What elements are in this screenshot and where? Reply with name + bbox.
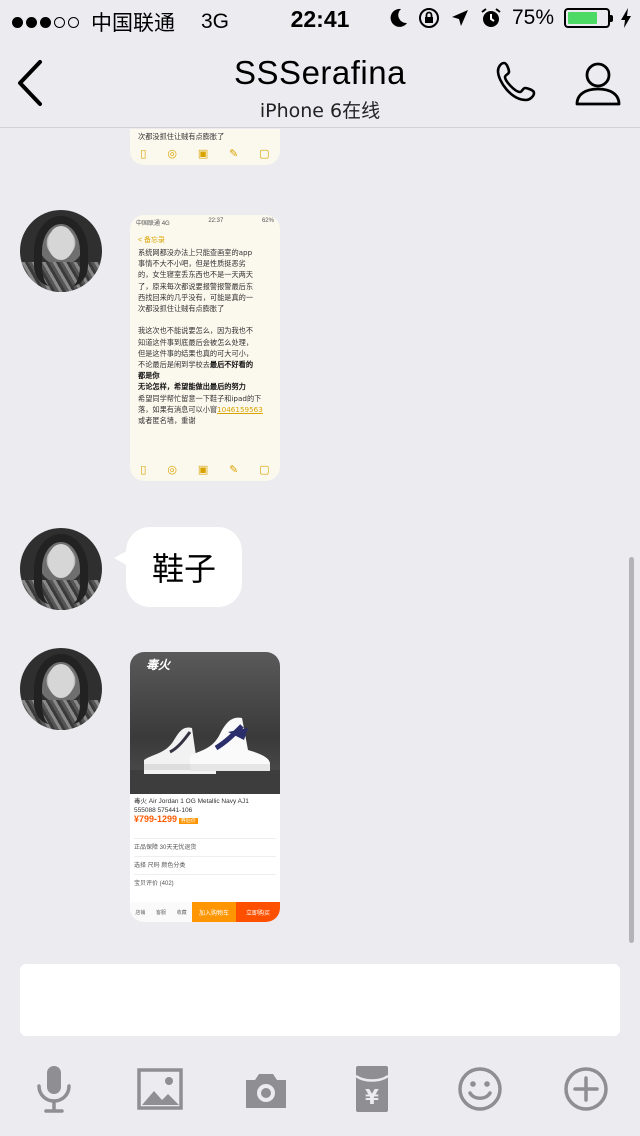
note-compose-icon: ▢ [259,463,270,476]
charging-icon [621,8,631,28]
product-info: 毒火 Air Jordan 1 OG Metallic Navy AJ1 555… [134,798,276,826]
battery-icon [564,8,613,28]
moon-icon [390,8,407,27]
product-photo: 毒火 [130,652,280,794]
note-check-icon: ◎ [167,147,177,160]
image-icon[interactable] [136,1064,184,1114]
plus-icon[interactable] [562,1064,610,1114]
online-status: iPhone 6在线 [259,100,381,122]
note-delete-icon: ▯ [140,463,147,476]
product-guarantee-row: 正品保障 30天无忧退货 [134,838,276,851]
alarm-icon [481,8,501,27]
microphone-icon[interactable] [30,1064,78,1114]
scrollbar[interactable] [629,557,634,943]
text-message-bubble[interactable]: 鞋子 [114,527,242,607]
note-back-label: < 备忘录 [138,237,166,244]
status-right: 75% [388,6,632,30]
contact-name: SSSerafina [234,54,406,91]
phone-call-icon[interactable] [492,58,544,110]
profile-icon[interactable] [572,58,624,110]
add-to-cart-button: 加入购物车 [192,902,236,922]
price-badge: 券后价 [178,818,198,824]
note-draw-icon: ✎ [229,147,239,160]
orientation-lock-icon [418,8,439,28]
note-check-icon: ◎ [167,463,177,476]
image-message-product[interactable]: 毒火 毒火 Air Jordan 1 OG Metallic Navy AJ1 … [130,652,280,922]
avatar[interactable] [20,648,102,730]
note-status-bar: 中国联通 4G 22:37 62% [136,218,274,227]
input-toolbar: ¥ [0,1050,640,1136]
image-message-note-partial[interactable]: 次都没抓住让贼有点膨胀了 ▯ ◎ ▣ ✎ ▢ [130,129,280,165]
note-toolbar: ▯ ◎ ▣ ✎ ▢ [130,141,280,165]
note-delete-icon: ▯ [140,147,147,160]
nav-bar: SSSerafina iPhone 6在线 [0,40,640,128]
buy-now-button: 立即购买 [236,902,280,922]
emoji-icon[interactable] [456,1064,504,1114]
sneaker-icon [130,717,280,794]
note-compose-icon: ▢ [259,147,270,160]
product-title: 毒火 Air Jordan 1 OG Metallic Navy AJ1 [134,798,249,805]
avatar[interactable] [20,528,102,610]
avatar[interactable] [20,210,102,292]
note-draw-icon: ✎ [229,463,239,476]
battery-percent: 75% [511,6,554,29]
status-bar: 中国联通 3G 22:41 75% [0,0,640,40]
note-body: 系统网都没办法上只能查画室的app 事情不大不小吧，但是性质挺恶劣 的，女生寝室… [138,248,263,426]
product-reviews-row: 宝贝评价 (402) [134,874,276,887]
red-packet-icon[interactable]: ¥ [348,1064,396,1114]
note-toolbar: ▯ ◎ ▣ ✎ ▢ [130,457,280,481]
image-message-note[interactable]: 中国联通 4G 22:37 62% < 备忘录 系统网都没办法上只能查画室的ap… [130,215,280,481]
product-price: ¥799-1299 [134,814,178,824]
chat-area[interactable]: 次都没抓住让贼有点膨胀了 ▯ ◎ ▣ ✎ ▢ 中国联通 4G 22:37 62% < 备… [0,129,640,950]
product-options-row: 选择 尺码 颜色分类 [134,856,276,869]
location-icon [451,10,468,26]
product-action-bar: 店铺 客服 收藏 加入购物车 立即购买 [130,902,280,922]
note-camera-icon: ▣ [197,147,209,160]
svg-text:¥: ¥ [365,1085,379,1109]
message-input[interactable] [20,964,620,1036]
note-camera-icon: ▣ [197,463,209,476]
camera-icon[interactable] [242,1064,290,1114]
